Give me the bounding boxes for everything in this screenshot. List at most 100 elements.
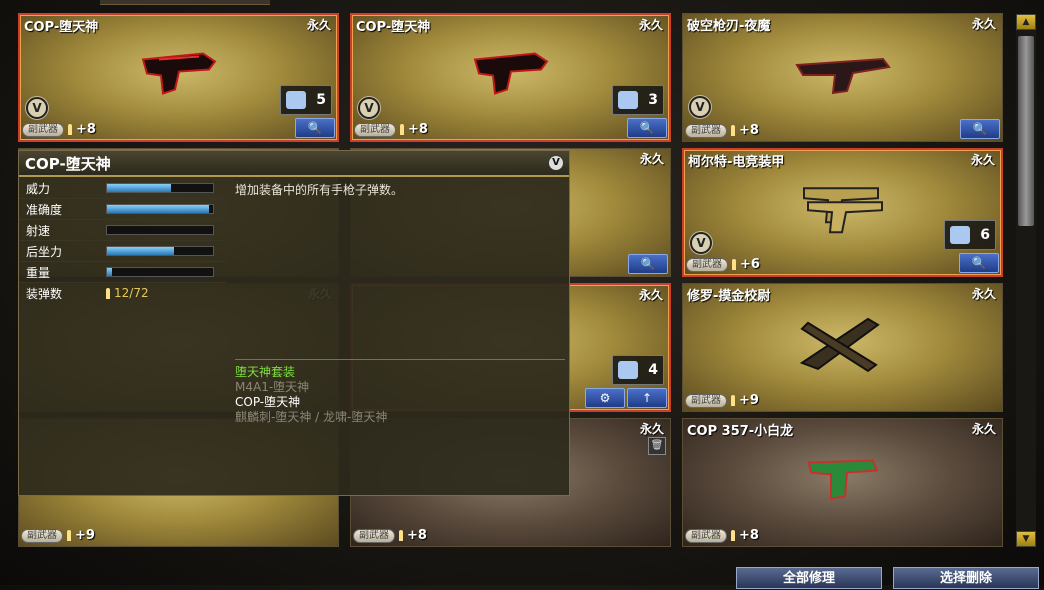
- bullet-icon: [731, 395, 735, 406]
- inspect-button[interactable]: 🔍: [959, 253, 999, 273]
- item-tag: 副武器 +8: [353, 528, 427, 543]
- stat-row: 重量: [19, 262, 226, 283]
- bullet-icon: [731, 530, 735, 541]
- magnifier-icon: 🔍: [639, 121, 655, 135]
- bag-icon: [618, 91, 639, 109]
- item-card[interactable]: COP 357-小白龙 永久 副武器 +8: [682, 418, 1003, 547]
- inspect-button[interactable]: 🔍: [960, 119, 1000, 139]
- set-item: M4A1-堕天神: [235, 380, 310, 394]
- pistol-image: [141, 51, 216, 95]
- item-duration: 永久: [638, 288, 663, 302]
- v-badge-icon: V: [549, 156, 563, 170]
- item-duration: 永久: [971, 17, 996, 31]
- upgrade-button[interactable]: ↑: [627, 388, 667, 408]
- tooltip-header: COP-堕天神 V: [19, 151, 569, 177]
- pistol-image: [794, 57, 891, 94]
- item-tag: 副武器 +8: [22, 122, 96, 137]
- item-name: 柯尔特-电竞装甲: [688, 155, 785, 170]
- scroll-down-icon[interactable]: ▼: [1016, 531, 1036, 547]
- stat-bar: [106, 204, 214, 214]
- pistol-image: [802, 186, 883, 233]
- magnifier-icon: 🔍: [640, 257, 656, 271]
- item-tag: 副武器 +8: [685, 528, 759, 543]
- bullet-icon: [67, 530, 71, 541]
- bullet-icon: [732, 259, 736, 270]
- item-duration: 永久: [638, 18, 663, 32]
- trash-icon[interactable]: 🗑: [648, 437, 666, 455]
- bag-icon: [950, 226, 971, 244]
- gear-icon: ⚙: [599, 391, 611, 405]
- stat-row: 射速: [19, 220, 226, 241]
- v-badge-icon: V: [689, 96, 711, 118]
- pistol-image: [807, 458, 878, 500]
- bag-icon: [618, 361, 639, 379]
- stat-bar: [106, 225, 214, 235]
- select-delete-button[interactable]: 选择删除: [893, 567, 1039, 589]
- pistol-image: [473, 51, 548, 95]
- stat-row: 威力: [19, 178, 226, 199]
- set-item: COP-堕天神: [235, 395, 301, 409]
- stack-count: 6: [944, 220, 996, 250]
- item-duration: 永久: [971, 287, 996, 301]
- repair-all-button[interactable]: 全部修理: [736, 567, 882, 589]
- item-card[interactable]: 柯尔特-电竞装甲 永久 V 6 🔍 副武器 +6: [682, 148, 1003, 277]
- bullet-icon: [400, 124, 404, 135]
- item-tag: 副武器 +8: [685, 123, 759, 138]
- stack-count: 4: [612, 355, 664, 385]
- inspect-button[interactable]: 🔍: [628, 254, 668, 274]
- magnifier-icon: 🔍: [972, 122, 988, 136]
- stat-bar: [106, 267, 214, 277]
- scroll-thumb[interactable]: [1018, 36, 1034, 226]
- item-card[interactable]: COP-堕天神 永久 V 5 🔍 副武器 +8: [18, 13, 339, 142]
- top-strip: [100, 0, 270, 5]
- item-tag: 副武器 +8: [354, 122, 428, 137]
- item-duration: 永久: [639, 152, 664, 166]
- set-item: 麒麟刺-堕天神 / 龙啸-堕天神: [235, 410, 388, 424]
- ammo-value: 12/72: [114, 286, 149, 300]
- tooltip-title: COP-堕天神: [25, 154, 111, 173]
- divider: [235, 359, 565, 360]
- item-name: COP-堕天神: [24, 20, 99, 35]
- item-card[interactable]: 修罗-摸金校尉 永久 副武器 +9: [682, 283, 1003, 412]
- item-duration: 永久: [970, 153, 995, 167]
- item-duration: 永久: [306, 18, 331, 32]
- set-info: 堕天神套装 M4A1-堕天神 COP-堕天神 麒麟刺-堕天神 / 龙啸-堕天神: [235, 365, 387, 425]
- item-name: COP 357-小白龙: [687, 424, 794, 439]
- magnifier-icon: 🔍: [971, 256, 987, 270]
- item-tag: 副武器 +9: [685, 393, 759, 408]
- stat-row: 准确度: [19, 199, 226, 220]
- item-tooltip: COP-堕天神 V 威力 准确度 射速 后坐力 重量 装弹数 12/72 增加装…: [18, 150, 570, 496]
- scrollbar[interactable]: ▲ ▼: [1016, 14, 1036, 547]
- item-duration: 永久: [639, 422, 664, 436]
- bullet-icon: [731, 125, 735, 136]
- set-title: 堕天神套装: [235, 365, 296, 379]
- item-tag: 副武器 +6: [686, 257, 760, 272]
- stats-panel: 威力 准确度 射速 后坐力 重量 装弹数 12/72: [19, 178, 226, 303]
- bullet-icon: [106, 287, 110, 299]
- scroll-up-icon[interactable]: ▲: [1016, 14, 1036, 30]
- v-badge-icon: V: [690, 232, 712, 254]
- stack-count: 3: [612, 85, 664, 115]
- item-card[interactable]: COP-堕天神 永久 V 3 🔍 副武器 +8: [350, 13, 671, 142]
- item-name: 修罗-摸金校尉: [687, 289, 771, 304]
- stat-bar: [106, 183, 214, 193]
- item-name: 破空枪刃-夜魔: [687, 19, 771, 34]
- bullet-icon: [68, 124, 72, 135]
- arrow-up-icon: ↑: [641, 391, 653, 405]
- stat-row: 后坐力: [19, 241, 226, 262]
- item-description: 增加装备中的所有手枪子弹数。: [235, 183, 404, 197]
- item-name: COP-堕天神: [356, 20, 431, 35]
- magnifier-icon: 🔍: [307, 121, 323, 135]
- pistol-image: [799, 317, 880, 372]
- inspect-button[interactable]: 🔍: [295, 118, 335, 138]
- item-tag: 副武器 +9: [21, 528, 95, 543]
- v-badge-icon: V: [358, 97, 380, 119]
- stat-bar: [106, 246, 214, 256]
- stack-count: 5: [280, 85, 332, 115]
- ammo-row: 装弹数 12/72: [26, 286, 149, 301]
- inspect-button[interactable]: 🔍: [627, 118, 667, 138]
- settings-button[interactable]: ⚙: [585, 388, 625, 408]
- item-duration: 永久: [971, 422, 996, 436]
- item-card[interactable]: 破空枪刃-夜魔 永久 V 🔍 副武器 +8: [682, 13, 1003, 142]
- v-badge-icon: V: [26, 97, 48, 119]
